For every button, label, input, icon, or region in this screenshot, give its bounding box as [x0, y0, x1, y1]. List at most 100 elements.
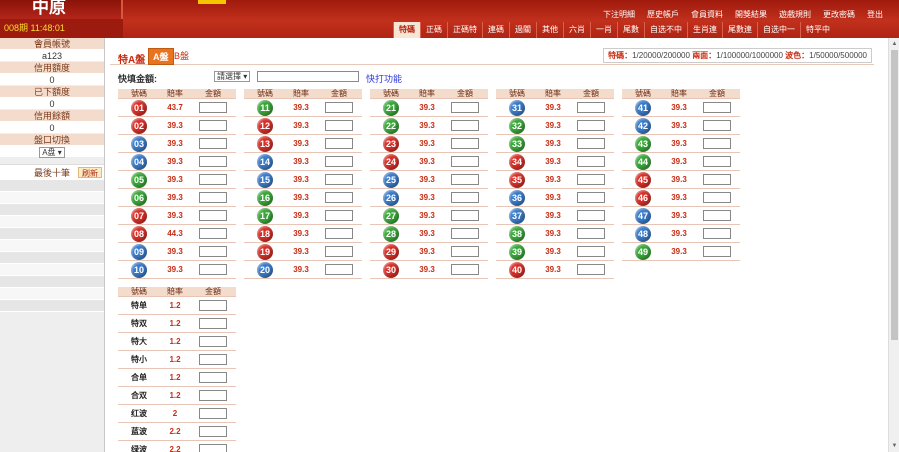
- table-header: 號碼 賠率 金額: [118, 89, 236, 99]
- tab-item[interactable]: 正碼特: [447, 22, 482, 38]
- tab-item[interactable]: 連碼: [482, 22, 509, 38]
- amount-input[interactable]: [703, 174, 731, 185]
- amount-input[interactable]: [703, 138, 731, 149]
- header-link[interactable]: 遊戲規則: [779, 9, 811, 20]
- amount-input[interactable]: [451, 120, 479, 131]
- number-cell: 12: [244, 117, 286, 134]
- amount-input[interactable]: [577, 246, 605, 257]
- amount-input[interactable]: [199, 174, 227, 185]
- amount-input[interactable]: [325, 210, 353, 221]
- amount-input[interactable]: [199, 444, 227, 452]
- amount-input[interactable]: [199, 210, 227, 221]
- amount-input[interactable]: [199, 318, 227, 329]
- odds-value: 39.3: [293, 121, 309, 130]
- amount-input[interactable]: [451, 174, 479, 185]
- amount-input[interactable]: [577, 156, 605, 167]
- amount-input[interactable]: [577, 138, 605, 149]
- amount-input[interactable]: [577, 210, 605, 221]
- recent-row: [0, 300, 104, 312]
- two-sided-table: 號碼 賠率 金額 特单 1.2 特双 1.2 特大 1.2 特小 1.2 合单 1.2 合双 1.2 红波 2 蓝…: [118, 287, 236, 452]
- amount-input[interactable]: [451, 264, 479, 275]
- tab-item[interactable]: 自选中一: [757, 22, 800, 38]
- amount-input[interactable]: [577, 228, 605, 239]
- header-link[interactable]: 登出: [867, 9, 883, 20]
- amount-input[interactable]: [577, 264, 605, 275]
- amount-input[interactable]: [325, 264, 353, 275]
- amount-input[interactable]: [199, 336, 227, 347]
- amount-input[interactable]: [577, 192, 605, 203]
- amount-input[interactable]: [451, 156, 479, 167]
- refresh-button[interactable]: 刷新: [78, 167, 102, 178]
- tab-item[interactable]: 過關: [509, 22, 536, 38]
- scrollbar[interactable]: ▲ ▼: [888, 38, 899, 452]
- amount-input[interactable]: [451, 228, 479, 239]
- amount-input[interactable]: [577, 120, 605, 131]
- amount-input[interactable]: [199, 102, 227, 113]
- amount-input[interactable]: [325, 120, 353, 131]
- amount-input[interactable]: [325, 102, 353, 113]
- amount-input[interactable]: [199, 426, 227, 437]
- amount-input[interactable]: [325, 174, 353, 185]
- amount-input[interactable]: [199, 228, 227, 239]
- header-link[interactable]: 更改密碼: [823, 9, 855, 20]
- amount-input[interactable]: [199, 408, 227, 419]
- tab-item[interactable]: 生肖連: [687, 22, 722, 38]
- tab-item[interactable]: 尾數: [617, 22, 644, 38]
- amount-input[interactable]: [199, 156, 227, 167]
- amount-cell: [568, 246, 614, 257]
- tab-item[interactable]: 特碼: [393, 22, 420, 38]
- amount-input[interactable]: [325, 156, 353, 167]
- amount-input[interactable]: [451, 210, 479, 221]
- header-link[interactable]: 歷史帳戶: [647, 9, 679, 20]
- amount-input[interactable]: [199, 300, 227, 311]
- header-link[interactable]: 會員資料: [691, 9, 723, 20]
- amount-input[interactable]: [325, 138, 353, 149]
- amount-input[interactable]: [199, 372, 227, 383]
- tab-item[interactable]: 正碼: [420, 22, 447, 38]
- plate-a-button[interactable]: A盤: [148, 48, 174, 65]
- plate-b-button[interactable]: B盤: [174, 49, 189, 62]
- tab-item[interactable]: 特平中: [800, 22, 835, 38]
- amount-input[interactable]: [325, 246, 353, 257]
- amount-input[interactable]: [577, 174, 605, 185]
- amount-input[interactable]: [199, 390, 227, 401]
- amount-input[interactable]: [199, 354, 227, 365]
- scroll-up-icon[interactable]: ▲: [891, 40, 898, 48]
- amount-input[interactable]: [703, 156, 731, 167]
- amount-input[interactable]: [577, 102, 605, 113]
- amount-input[interactable]: [703, 192, 731, 203]
- amount-input[interactable]: [199, 120, 227, 131]
- amount-input[interactable]: [451, 192, 479, 203]
- amount-input[interactable]: [451, 138, 479, 149]
- amount-input[interactable]: [451, 246, 479, 257]
- tab-item[interactable]: 一肖: [590, 22, 617, 38]
- scroll-thumb[interactable]: [891, 50, 898, 340]
- amount-input[interactable]: [199, 192, 227, 203]
- amount-input[interactable]: [199, 246, 227, 257]
- plate-select[interactable]: A盘 ▾: [39, 147, 65, 158]
- amount-input[interactable]: [199, 138, 227, 149]
- amount-input[interactable]: [325, 228, 353, 239]
- tab-item[interactable]: 自选不中: [644, 22, 687, 38]
- amount-input[interactable]: [703, 120, 731, 131]
- bet-name: 特大: [131, 337, 147, 346]
- scroll-down-icon[interactable]: ▼: [891, 442, 898, 450]
- amount-input[interactable]: [703, 102, 731, 113]
- amount-cell: [190, 228, 236, 239]
- header-rate: 賠率: [545, 89, 561, 98]
- tab-item[interactable]: 其他: [536, 22, 563, 38]
- amount-input[interactable]: [325, 192, 353, 203]
- amount-input[interactable]: [703, 210, 731, 221]
- tab-item[interactable]: 六肖: [563, 22, 590, 38]
- amount-input[interactable]: [199, 264, 227, 275]
- amount-input[interactable]: [703, 228, 731, 239]
- header-link[interactable]: 下注明細: [603, 9, 635, 20]
- quick-select[interactable]: 請選擇 ▾: [214, 71, 251, 82]
- header-link[interactable]: 開獎結果: [735, 9, 767, 20]
- amount-input[interactable]: [703, 246, 731, 257]
- quick-amount-input[interactable]: [257, 71, 359, 82]
- tab-item[interactable]: 尾數連: [722, 22, 757, 38]
- credit-label: 信用額度: [0, 62, 104, 74]
- quick-bet-link[interactable]: 快打功能: [366, 72, 402, 85]
- amount-input[interactable]: [451, 102, 479, 113]
